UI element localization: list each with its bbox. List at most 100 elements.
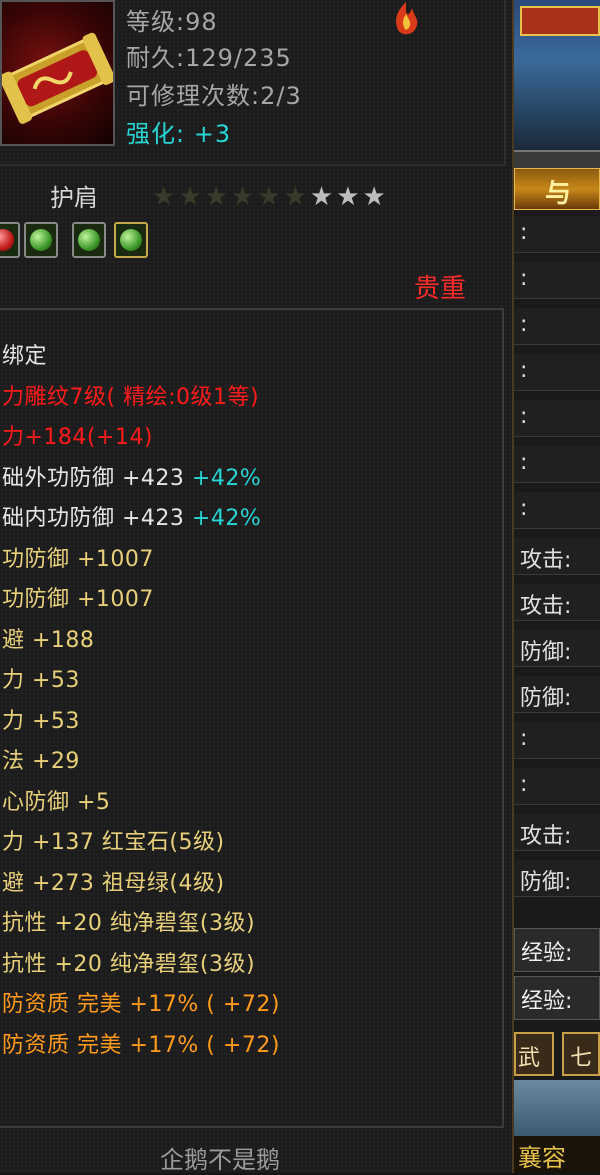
stat-label: : [520, 220, 528, 245]
green-gem-icon [30, 229, 52, 251]
gem-slot-1[interactable] [0, 222, 20, 258]
gem-slot-4[interactable] [114, 222, 148, 258]
attribute-line: 防资质 完美 +17% ( +72) [2, 986, 280, 1018]
stat-label: 攻击: [520, 548, 572, 573]
stat-row: : [514, 768, 600, 805]
star-empty-icon: ★ [309, 182, 334, 212]
rarity-label: 贵重 [414, 274, 467, 304]
attribute-text: 功防御 +1007 [2, 546, 154, 572]
exp-label: 经验: [521, 941, 573, 966]
bottom-text: 襄容 [518, 1144, 566, 1172]
item-level: 等级:98 [126, 8, 218, 36]
stat-label: : [520, 404, 528, 429]
portrait-image [514, 0, 600, 150]
gem-slot-2[interactable] [24, 222, 58, 258]
item-icon [0, 0, 115, 146]
stat-row: : [514, 722, 600, 759]
attribute-line: 力 +53 [2, 662, 80, 694]
attribute-line: 力 +137 红宝石(5级) [2, 824, 225, 856]
stat-row: : [514, 492, 600, 529]
attribute-line: 抗性 +20 纯净碧玺(3级) [2, 946, 255, 978]
star-filled-icon: ★ [152, 182, 176, 212]
attribute-text: 避 +188 [2, 627, 95, 653]
attribute-text: 础内功防御 +423 [2, 506, 185, 531]
stat-row: : [514, 400, 600, 437]
attribute-text: 础外功防御 +423 [2, 465, 185, 491]
tab-qi[interactable]: 七 [562, 1032, 600, 1076]
attribute-line: 绑定 [2, 338, 47, 370]
star-empty-icon: ★ [362, 182, 386, 212]
attribute-text: 力 +137 红宝石(5级) [2, 830, 225, 855]
stat-label: : [520, 266, 528, 291]
stat-row: : [514, 354, 600, 391]
attribute-text: 心防御 +5 [2, 789, 111, 815]
stat-row: : [514, 262, 600, 299]
attribute-line: 避 +188 [2, 622, 94, 654]
scene-image [514, 1080, 600, 1136]
attribute-line: 抗性 +20 纯净碧玺(3级) [2, 905, 255, 937]
exp-label: 经验: [521, 989, 573, 1014]
attribute-line: 础外功防御 +423 +42% [2, 460, 261, 492]
side-panel: 与 ::::::: 攻击: 攻击: 防御: 防御::: 攻击: 防御: 经验: 经验: 武 … [514, 0, 600, 1173]
exp-row-2: 经验: [514, 976, 600, 1020]
attribute-line: 力 +53 [2, 703, 80, 735]
tab-label: 七 [570, 1046, 593, 1071]
attribute-line: 力+184(+14) [2, 419, 153, 451]
star-filled-icon: ★ [178, 182, 202, 212]
attribute-text: 力+184(+14) [2, 425, 154, 450]
attribute-line: 避 +273 祖母绿(4级) [2, 865, 225, 897]
attribute-text: 抗性 +20 纯净碧玺(3级) [2, 911, 256, 936]
red-gem-icon [0, 229, 14, 251]
stat-label: 攻击: [520, 594, 572, 619]
tab-wu[interactable]: 武 [514, 1032, 554, 1076]
owner-name: 企鹅不是鹅 [160, 1146, 280, 1174]
attribute-line: 法 +29 [2, 743, 80, 775]
item-tooltip: 等级:98 耐久:129/235 可修理次数:2/3 强化: +3 护肩 ★ ★ ★… [0, 0, 514, 1174]
stat-label: 防御: [520, 640, 572, 665]
star-empty-icon: ★ [336, 182, 360, 212]
attribute-text: 法 +29 [2, 749, 80, 774]
banner-text: 与 [545, 179, 572, 209]
stat-label: 防御: [520, 686, 572, 711]
enhance-label: 强化: [126, 120, 186, 148]
gem-slot-3[interactable] [72, 222, 106, 258]
stat-row: 防御: [514, 630, 600, 667]
attribute-text: 绑定 [2, 344, 48, 369]
item-enhance: 强化: +3 [126, 114, 231, 149]
stat-row: 攻击: [514, 584, 600, 621]
attribute-line: 心防御 +5 [2, 784, 110, 816]
stat-row: : [514, 308, 600, 345]
green-gem-icon [78, 229, 100, 251]
attribute-line: 力雕纹7级( 精绘:0级1等) [2, 379, 259, 411]
bottom-bar: 襄容 [514, 1136, 600, 1173]
attribute-line: 防资质 完美 +17% ( +72) [2, 1027, 280, 1059]
stat-row: 防御: [514, 860, 600, 897]
title-plaque [520, 6, 600, 36]
stat-row: 攻击: [514, 814, 600, 851]
item-durability: 耐久:129/235 [126, 44, 292, 72]
stat-label: : [520, 726, 528, 751]
stat-label: : [520, 358, 528, 383]
stat-row: 攻击: [514, 538, 600, 575]
stat-label: : [520, 772, 528, 797]
flame-icon [386, 0, 426, 36]
attribute-text: 力 +53 [2, 668, 80, 693]
attribute-text: 功防御 +1007 [2, 587, 154, 612]
attribute-text: 力雕纹7级( 精绘:0级1等) [2, 384, 260, 410]
item-repair-count: 可修理次数:2/3 [126, 82, 302, 110]
banner: 与 [514, 168, 600, 210]
stat-row: : [514, 446, 600, 483]
enhance-value: +3 [185, 120, 232, 148]
attribute-text: 防资质 完美 +17% ( +72) [2, 992, 280, 1017]
attribute-line: 础内功防御 +423 +42% [2, 500, 261, 532]
attribute-bonus: +42% [184, 506, 262, 531]
stat-label: : [520, 450, 528, 475]
stat-label: : [520, 496, 528, 521]
star-filled-icon: ★ [204, 182, 228, 212]
attribute-line: 功防御 +1007 [2, 541, 154, 573]
green-gem-icon [120, 229, 142, 251]
star-rating: ★ ★ ★ ★ ★ ★ ★ ★ ★ [152, 182, 389, 212]
stat-row: : [514, 216, 600, 253]
attribute-text: 力 +53 [2, 708, 80, 734]
attribute-text: 抗性 +20 纯净碧玺(3级) [2, 951, 256, 977]
